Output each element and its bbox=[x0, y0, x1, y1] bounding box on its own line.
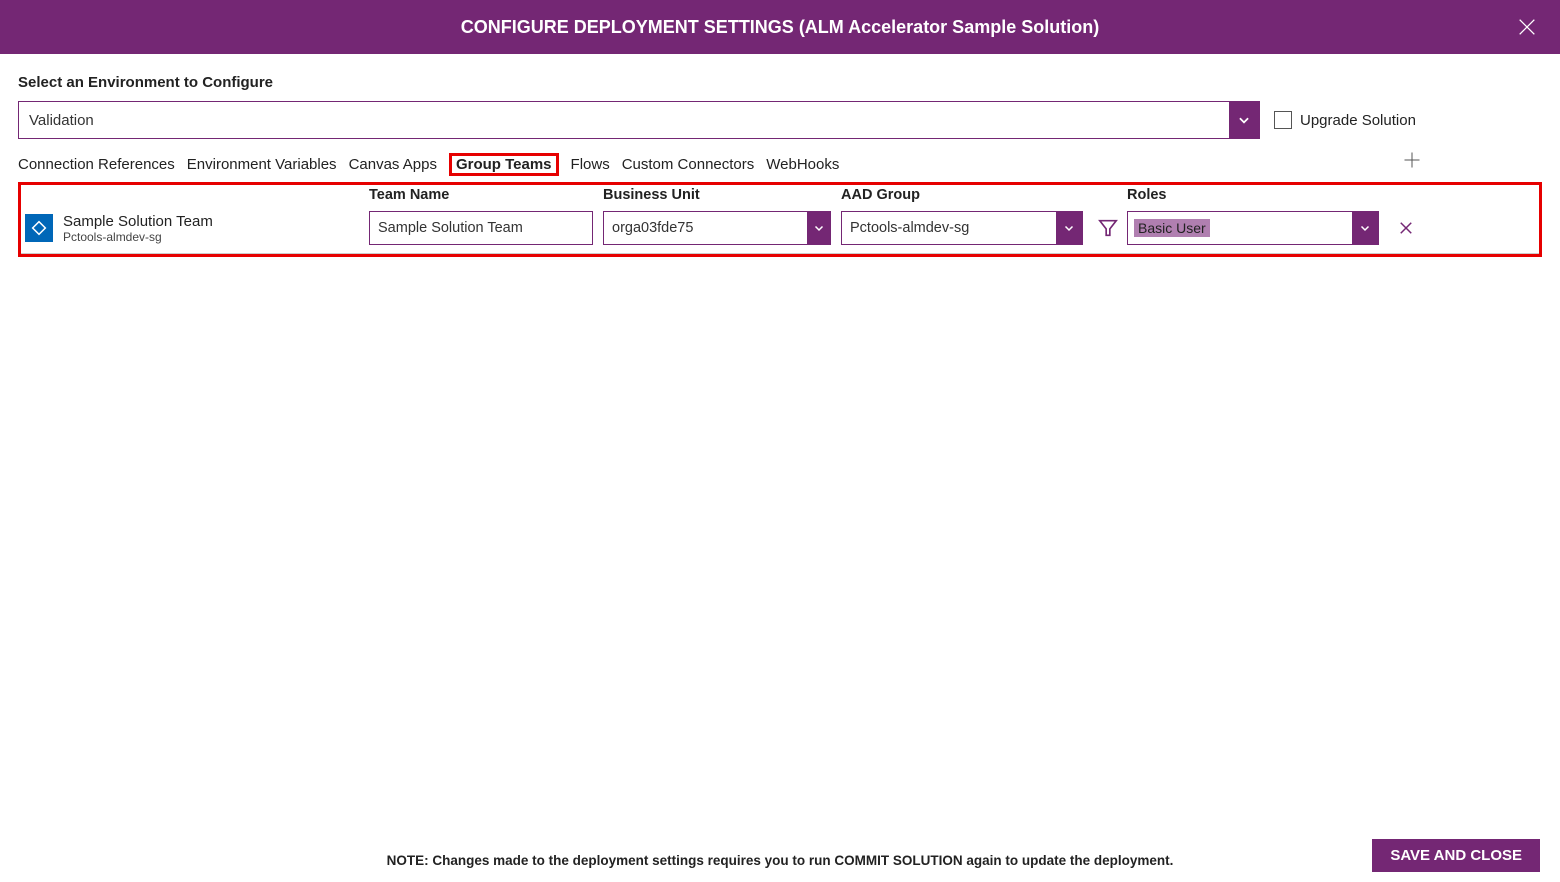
col-roles: Roles bbox=[1127, 187, 1382, 203]
tab-environment-variables[interactable]: Environment Variables bbox=[187, 154, 337, 175]
chevron-down-icon bbox=[1359, 222, 1371, 234]
environment-dropdown[interactable] bbox=[18, 101, 1260, 139]
aad-group-dropdown-button[interactable] bbox=[1056, 212, 1082, 244]
tab-custom-connectors[interactable]: Custom Connectors bbox=[622, 154, 755, 175]
add-row-button[interactable] bbox=[1402, 150, 1422, 176]
environment-dropdown-button[interactable] bbox=[1229, 102, 1259, 138]
delete-row-button[interactable] bbox=[1389, 219, 1423, 237]
footer: NOTE: Changes made to the deployment set… bbox=[0, 853, 1560, 868]
chevron-down-icon bbox=[1237, 113, 1251, 127]
team-name-input[interactable] bbox=[370, 212, 592, 244]
close-icon bbox=[1516, 16, 1538, 38]
plus-icon bbox=[1402, 150, 1422, 170]
tab-flows[interactable]: Flows bbox=[571, 154, 610, 175]
environment-input[interactable] bbox=[19, 102, 1229, 138]
roles-selected-chip[interactable]: Basic User bbox=[1134, 219, 1210, 237]
col-team-name: Team Name bbox=[369, 187, 603, 203]
environment-label: Select an Environment to Configure bbox=[18, 74, 1542, 91]
tabs-row: Connection References Environment Variab… bbox=[18, 153, 1542, 182]
save-and-close-button[interactable]: SAVE AND CLOSE bbox=[1372, 839, 1540, 872]
chevron-down-icon bbox=[1063, 222, 1075, 234]
filter-icon bbox=[1097, 217, 1119, 239]
roles-dropdown-button[interactable] bbox=[1352, 212, 1378, 244]
row-title: Sample Solution Team bbox=[63, 213, 213, 230]
col-business-unit: Business Unit bbox=[603, 187, 841, 203]
business-unit-dropdown-button[interactable] bbox=[807, 212, 830, 244]
tab-canvas-apps[interactable]: Canvas Apps bbox=[349, 154, 437, 175]
roles-dropdown[interactable]: Basic User bbox=[1127, 211, 1379, 245]
aad-group-input[interactable] bbox=[842, 212, 1056, 244]
team-name-field[interactable] bbox=[369, 211, 593, 245]
tab-group-teams[interactable]: Group Teams bbox=[449, 153, 559, 176]
dialog-title: CONFIGURE DEPLOYMENT SETTINGS (ALM Accel… bbox=[461, 17, 1099, 38]
tab-connection-references[interactable]: Connection References bbox=[18, 154, 175, 175]
chevron-down-icon bbox=[813, 222, 825, 234]
filter-button[interactable] bbox=[1093, 217, 1123, 239]
footer-note: NOTE: Changes made to the deployment set… bbox=[387, 853, 1174, 868]
aad-group-dropdown[interactable] bbox=[841, 211, 1083, 245]
business-unit-input[interactable] bbox=[604, 212, 807, 244]
close-button[interactable] bbox=[1512, 12, 1542, 42]
highlight-frame: Team Name Business Unit AAD Group Roles … bbox=[18, 182, 1542, 257]
dialog-header: CONFIGURE DEPLOYMENT SETTINGS (ALM Accel… bbox=[0, 0, 1560, 54]
upgrade-solution-checkbox[interactable] bbox=[1274, 111, 1292, 129]
upgrade-solution-label: Upgrade Solution bbox=[1300, 112, 1416, 129]
columns-header: Team Name Business Unit AAD Group Roles bbox=[21, 185, 1539, 207]
tab-webhooks[interactable]: WebHooks bbox=[766, 154, 839, 175]
row-subtitle: Pctools-almdev-sg bbox=[63, 230, 213, 244]
team-icon bbox=[25, 214, 53, 242]
col-aad-group: AAD Group bbox=[841, 187, 1127, 203]
business-unit-dropdown[interactable] bbox=[603, 211, 831, 245]
close-icon bbox=[1397, 219, 1415, 237]
table-row: Sample Solution Team Pctools-almdev-sg bbox=[21, 207, 1539, 254]
